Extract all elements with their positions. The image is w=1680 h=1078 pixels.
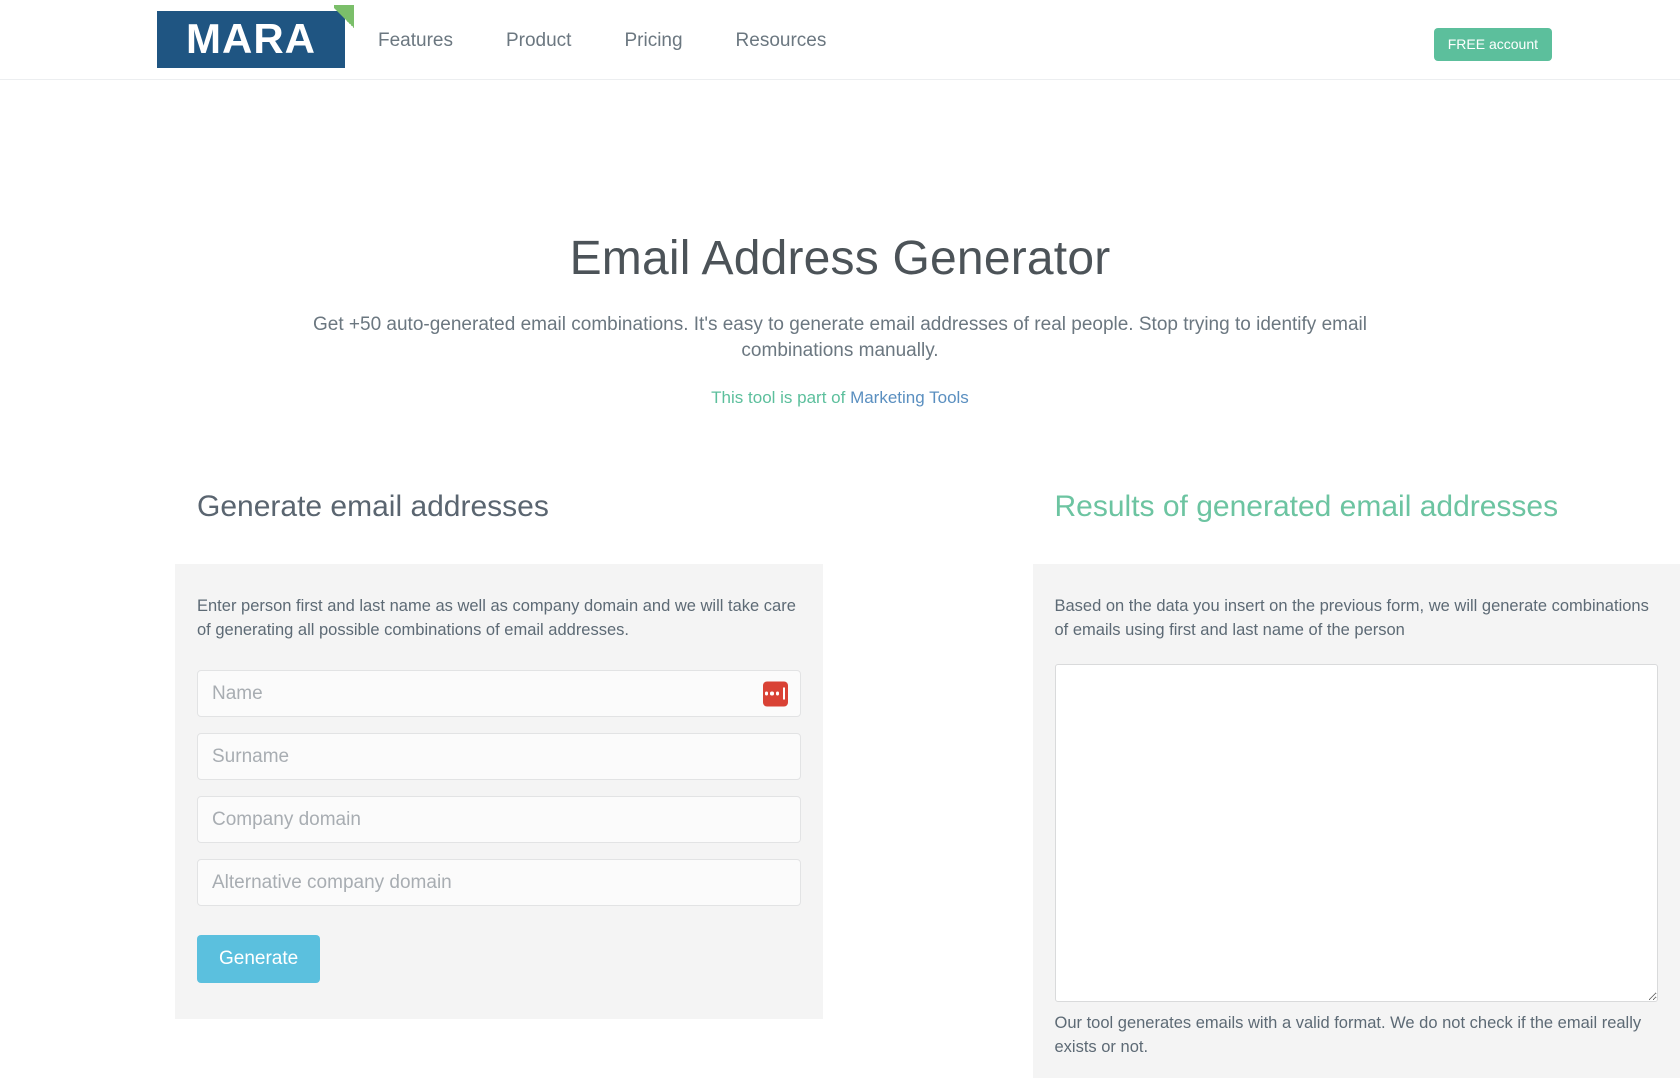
- results-column-title: Results of generated email addresses: [1054, 490, 1559, 523]
- results-textarea[interactable]: [1054, 664, 1658, 1002]
- tool-attribution-prefix: This tool is part of: [711, 388, 851, 407]
- header-inner: MARA Features Product Pricing Resources …: [0, 0, 1680, 80]
- company-domain-field-wrapper: [197, 796, 801, 843]
- lastpass-dot: [764, 691, 769, 696]
- page-title: Email Address Generator: [569, 232, 1111, 285]
- logo-text: MARA: [186, 14, 316, 62]
- lastpass-icon[interactable]: [762, 681, 788, 706]
- lastpass-dot: [770, 691, 774, 696]
- results-panel-note: Our tool generates emails with a valid f…: [1054, 1014, 1642, 1056]
- name-field-wrapper: [197, 670, 801, 717]
- generate-button[interactable]: Generate: [197, 935, 321, 983]
- marketing-tools-link[interactable]: Marketing Tools: [850, 388, 969, 407]
- results-panel-description: Based on the data you insert on the prev…: [1054, 597, 1649, 639]
- results-panel: Based on the data you insert on the prev…: [1032, 564, 1680, 1078]
- hero-section: Email Address Generator Get +50 auto-gen…: [0, 80, 1680, 410]
- lastpass-cursor: [783, 687, 786, 700]
- alternative-company-domain-input[interactable]: [197, 859, 801, 906]
- page-subtitle: Get +50 auto-generated email combination…: [313, 314, 1367, 361]
- free-account-button[interactable]: FREE account: [1433, 28, 1552, 61]
- name-input[interactable]: [197, 670, 801, 717]
- generate-column-title: Generate email addresses: [197, 490, 549, 523]
- lastpass-dot: [775, 691, 780, 696]
- mara-logo[interactable]: MARA: [157, 5, 354, 68]
- logo-corner-accent-icon: [334, 5, 354, 31]
- generate-column: Generate email addresses Enter person fi…: [175, 488, 823, 1019]
- generate-panel-description: Enter person first and last name as well…: [197, 597, 796, 639]
- main-navigation: Features Product Pricing Resources: [378, 28, 826, 54]
- site-header: MARA Features Product Pricing Resources …: [0, 0, 1680, 80]
- content-columns: Generate email addresses Enter person fi…: [0, 488, 1680, 1078]
- surname-field-wrapper: [197, 733, 801, 780]
- results-column: Results of generated email addresses Bas…: [1032, 488, 1680, 1078]
- nav-item-product[interactable]: Product: [506, 28, 571, 54]
- company-domain-input[interactable]: [197, 796, 801, 843]
- nav-item-features[interactable]: Features: [378, 28, 453, 54]
- alternative-company-domain-field-wrapper: [197, 859, 801, 906]
- surname-input[interactable]: [197, 733, 801, 780]
- generate-panel: Enter person first and last name as well…: [175, 564, 823, 1019]
- tool-attribution: This tool is part of Marketing Tools: [0, 386, 1680, 410]
- nav-item-resources[interactable]: Resources: [736, 28, 827, 54]
- nav-item-pricing[interactable]: Pricing: [624, 28, 682, 54]
